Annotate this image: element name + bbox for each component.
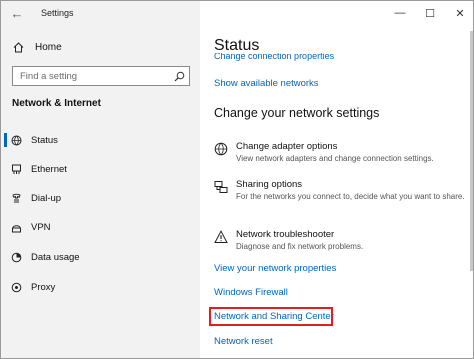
search-input[interactable]: Find a setting	[12, 66, 190, 86]
highlight-box	[209, 307, 333, 326]
ethernet-icon	[1, 164, 31, 175]
title-bar: ← Settings	[1, 1, 200, 25]
home-label: Home	[35, 41, 62, 53]
dialup-icon	[1, 193, 31, 204]
scrollbar[interactable]	[470, 31, 473, 271]
sidebar-item-vpn[interactable]: VPN	[1, 216, 200, 238]
warning-icon	[214, 229, 236, 252]
sidebar-item-label: VPN	[31, 221, 51, 233]
sidebar-item-proxy[interactable]: Proxy	[1, 276, 200, 298]
home-icon	[1, 41, 35, 53]
sidebar-item-label: Data usage	[31, 251, 80, 263]
network-properties-link[interactable]: View your network properties	[214, 263, 336, 274]
windows-firewall-link[interactable]: Windows Firewall	[214, 287, 288, 298]
data-usage-icon	[1, 252, 31, 263]
sidebar-item-label: Ethernet	[31, 163, 67, 175]
maximize-button[interactable]: ☐	[415, 1, 445, 25]
option-description: View network adapters and change connect…	[236, 154, 434, 163]
sidebar-item-label: Status	[31, 134, 58, 146]
option-title: Network troubleshooter	[236, 229, 335, 240]
sidebar-item-label: Dial-up	[31, 192, 62, 204]
section-heading: Change your network settings	[214, 106, 380, 120]
adapter-icon	[214, 141, 236, 164]
option-description: For the networks you connect to, decide …	[236, 192, 465, 201]
status-icon	[1, 135, 31, 146]
close-button[interactable]: ✕	[445, 1, 473, 25]
vpn-icon	[1, 222, 31, 233]
sharing-icon	[214, 179, 236, 202]
adapter-options-item[interactable]: Change adapter options View network adap…	[214, 141, 469, 164]
settings-window: ← Settings Home Find a setting Network &…	[0, 0, 474, 359]
back-arrow-icon: ←	[10, 5, 24, 21]
network-reset-link[interactable]: Network reset	[214, 336, 273, 347]
show-networks-link[interactable]: Show available networks	[214, 78, 319, 89]
search-icon[interactable]	[169, 71, 189, 82]
sidebar: ← Settings Home Find a setting Network &…	[1, 1, 200, 358]
sidebar-item-dialup[interactable]: Dial-up	[1, 187, 200, 209]
proxy-icon	[1, 282, 31, 293]
connection-properties-link[interactable]: Change connection properties	[214, 53, 334, 61]
sidebar-item-data-usage[interactable]: Data usage	[1, 246, 200, 268]
sidebar-item-status[interactable]: Status	[1, 129, 200, 151]
troubleshooter-item[interactable]: Network troubleshooter Diagnose and fix …	[214, 229, 469, 252]
window-controls: — ☐ ✕	[385, 1, 473, 25]
option-description: Diagnose and fix network problems.	[236, 242, 364, 251]
main-content: — ☐ ✕ Status Change connection propertie…	[200, 1, 473, 358]
sidebar-item-home[interactable]: Home	[1, 37, 200, 57]
option-title: Change adapter options	[236, 141, 338, 152]
app-title: Settings	[41, 8, 74, 18]
search-placeholder: Find a setting	[20, 70, 78, 82]
option-title: Sharing options	[236, 179, 303, 190]
minimize-button[interactable]: —	[385, 1, 415, 25]
back-button[interactable]: ←	[1, 1, 33, 25]
sharing-options-item[interactable]: Sharing options For the networks you con…	[214, 179, 469, 202]
sidebar-item-ethernet[interactable]: Ethernet	[1, 158, 200, 180]
section-title: Network & Internet	[12, 98, 101, 109]
sidebar-item-label: Proxy	[31, 281, 56, 293]
